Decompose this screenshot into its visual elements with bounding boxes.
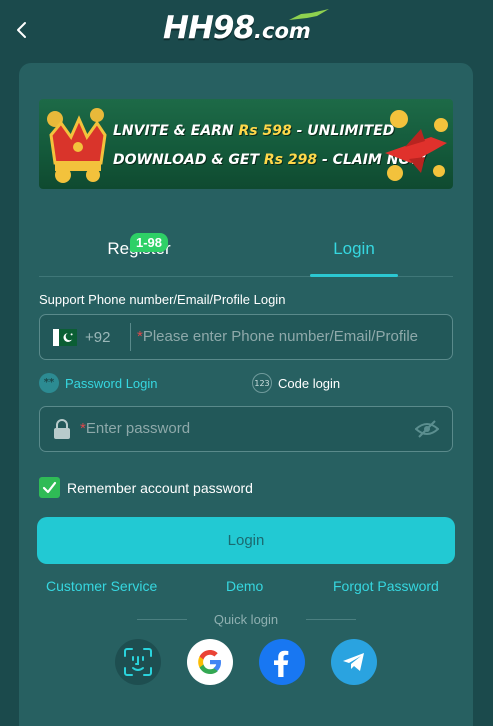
google-icon xyxy=(198,650,221,674)
auth-tabs: Register 1-98 Login xyxy=(39,223,453,277)
support-login-label: Support Phone number/Email/Profile Login xyxy=(39,292,286,307)
remember-checkbox[interactable] xyxy=(39,477,60,498)
code-mode-icon: 123 xyxy=(252,373,272,393)
lock-icon xyxy=(54,419,70,439)
login-mode-row: ** Password Login 123 Code login xyxy=(39,371,453,393)
footer-links: Customer Service Demo Forgot Password xyxy=(19,578,473,596)
register-badge: 1-98 xyxy=(130,233,169,252)
google-login-button[interactable] xyxy=(187,639,233,685)
code-login-option[interactable]: 123 Code login xyxy=(252,373,340,393)
facebook-icon xyxy=(274,650,289,677)
top-bar: HH98.com xyxy=(0,0,493,62)
eye-off-icon[interactable] xyxy=(415,419,439,439)
quick-divider-right xyxy=(306,619,356,620)
password-placeholder: Enter password xyxy=(85,420,191,437)
country-code[interactable]: +92 xyxy=(85,329,110,346)
account-placeholder: Please enter Phone number/Email/Profile xyxy=(142,328,418,345)
facebook-login-button[interactable] xyxy=(259,639,305,685)
pakistan-flag-icon xyxy=(53,329,77,346)
field-divider xyxy=(130,323,131,351)
tab-register[interactable]: Register 1-98 xyxy=(44,233,234,259)
password-login-label: Password Login xyxy=(65,375,158,391)
face-id-icon xyxy=(124,648,152,676)
crown-icon xyxy=(47,108,107,183)
logo-wing-icon xyxy=(289,9,329,20)
telegram-icon xyxy=(343,653,364,671)
chevron-left-icon xyxy=(17,22,26,38)
banner-download-pre: DOWNLOAD & GET xyxy=(113,152,264,168)
password-login-option[interactable]: ** Password Login xyxy=(39,373,158,393)
banner-download-amount: Rs 298 xyxy=(263,152,318,168)
checkmark-icon xyxy=(42,481,57,494)
password-mode-icon: ** xyxy=(39,373,59,393)
password-input[interactable]: *Enter password xyxy=(80,407,190,451)
banner-invite-post: - UNLIMITED xyxy=(291,123,395,139)
jet-icon xyxy=(385,110,448,181)
active-tab-indicator xyxy=(310,274,398,277)
logo-main-text: HH98 xyxy=(163,10,255,46)
remember-label: Remember account password xyxy=(67,479,253,496)
banner-download-line: DOWNLOAD & GET Rs 298 - CLAIM NOW xyxy=(113,152,426,168)
account-input[interactable]: *Please enter Phone number/Email/Profile xyxy=(137,315,442,359)
logo: HH98.com xyxy=(163,8,333,50)
face-id-login-button[interactable] xyxy=(115,639,161,685)
quick-login-header: Quick login xyxy=(19,611,473,629)
customer-service-link[interactable]: Customer Service xyxy=(46,578,157,594)
password-field[interactable]: *Enter password xyxy=(39,406,453,452)
tab-login[interactable]: Login xyxy=(259,239,449,259)
banner-invite-line: LNVITE & EARN Rs 598 - UNLIMITED xyxy=(113,123,394,139)
logo-suffix-text: .com xyxy=(254,19,311,43)
quick-divider-left xyxy=(137,619,187,620)
account-field[interactable]: +92 *Please enter Phone number/Email/Pro… xyxy=(39,314,453,360)
banner-invite-amount: Rs 598 xyxy=(238,123,292,139)
code-login-label: Code login xyxy=(278,375,341,391)
banner-invite-pre: LNVITE & EARN xyxy=(113,123,239,139)
quick-login-providers xyxy=(19,639,473,689)
login-card: LNVITE & EARN Rs 598 - UNLIMITED DOWNLOA… xyxy=(19,63,473,726)
demo-link[interactable]: Demo xyxy=(226,578,263,594)
remember-password-toggle[interactable]: Remember account password xyxy=(39,477,253,498)
promo-banner[interactable]: LNVITE & EARN Rs 598 - UNLIMITED DOWNLOA… xyxy=(39,99,453,189)
quick-login-label: Quick login xyxy=(213,612,279,627)
back-button[interactable] xyxy=(10,18,34,42)
tab-login-label: Login xyxy=(333,239,375,258)
forgot-password-link[interactable]: Forgot Password xyxy=(333,578,439,594)
telegram-login-button[interactable] xyxy=(331,639,377,685)
login-button[interactable]: Login xyxy=(37,517,455,564)
